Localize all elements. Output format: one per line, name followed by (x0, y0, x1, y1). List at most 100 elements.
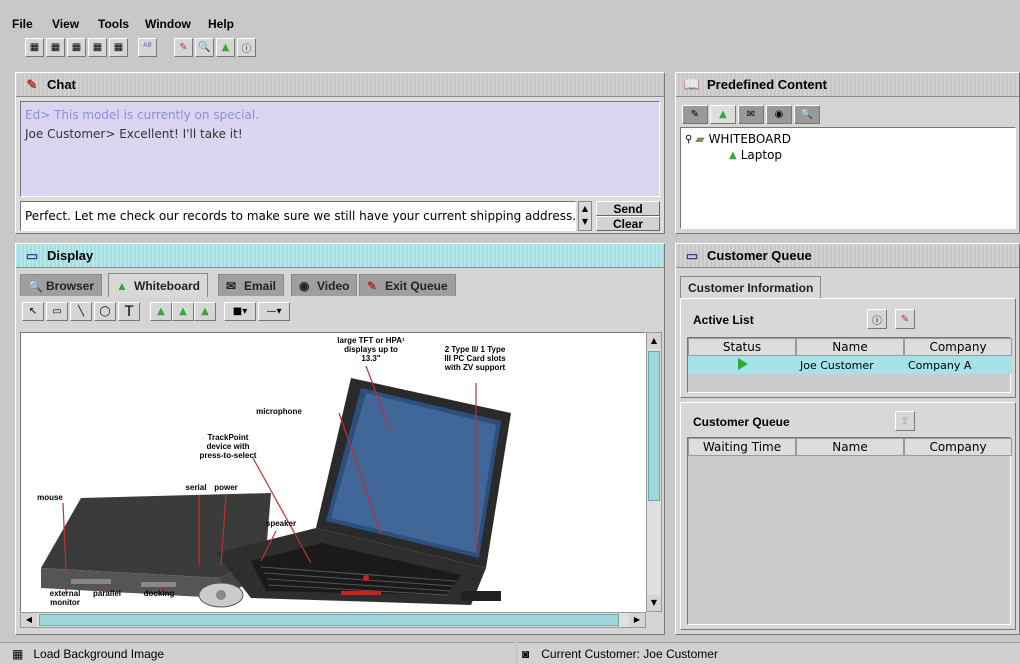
clear-button[interactable]: Clear (596, 216, 660, 231)
tab-label: Whiteboard (134, 278, 200, 293)
predefined-content-panel: 📖 Predefined Content ✎ ▲ ✉ ◉ 🔍 ⚲ ▰ WHITE… (675, 72, 1020, 234)
info-icon[interactable]: ⓘ (867, 309, 887, 329)
active-col-name[interactable]: Name (796, 338, 904, 356)
queue-col-company[interactable]: Company (904, 438, 1012, 456)
scroll-right-arrow[interactable]: ▶ (629, 613, 645, 627)
queue-title-bar: ▭ Customer Queue (676, 244, 1019, 268)
current-customer: Current Customer: Joe Customer (541, 646, 718, 661)
tab-image-content[interactable]: ▲ (710, 105, 736, 124)
chat-title-bar: ✎ Chat (16, 73, 664, 97)
horizontal-scrollbar[interactable]: ◀ ▶ (20, 612, 646, 628)
tree-root[interactable]: ⚲ ▰ WHITEBOARD (685, 132, 1011, 146)
active-list-section: Active List ⓘ ✎ Status Name Company Joe … (680, 298, 1016, 398)
layout-1-icon[interactable]: ▦ (25, 38, 44, 57)
background-image-icon[interactable]: ▲ (150, 302, 172, 321)
vertical-scrollbar[interactable]: ▲ ▼ (646, 332, 662, 612)
active-col-company[interactable]: Company (904, 338, 1012, 356)
active-list-table: Status Name Company Joe Customer Company… (687, 337, 1012, 393)
window-icon: ▭ (685, 247, 699, 263)
tab-email-content[interactable]: ✉ (738, 105, 764, 124)
tab-label: Exit Queue (385, 278, 448, 293)
label-power: power (214, 483, 238, 492)
queue-col-name[interactable]: Name (796, 438, 904, 456)
tree-child-label: Laptop (740, 148, 783, 162)
tab-chat-content[interactable]: ✎ (682, 105, 708, 124)
layout-4-icon[interactable]: ▦ (88, 38, 107, 57)
chat-message: Joe Customer> Excellent! I'll take it! (25, 127, 243, 141)
predefined-title-bar: 📖 Predefined Content (676, 73, 1019, 97)
move-up-icon[interactable]: ⇧ (895, 411, 915, 431)
display-title: Display (47, 248, 94, 263)
search-icon[interactable]: 🔍 (195, 38, 214, 57)
tab-search-content[interactable]: 🔍 (794, 105, 820, 124)
chat-scrollbar[interactable]: ▲ ▼ (578, 201, 592, 231)
chat-panel: ✎ Chat Ed> This model is currently on sp… (15, 72, 665, 234)
line-style-picker[interactable]: —▾ (258, 302, 290, 321)
tab-exit-queue[interactable]: ✎ Exit Queue (359, 274, 456, 296)
tab-browser[interactable]: 🔍 Browser (20, 274, 103, 296)
book-icon: 📖 (683, 76, 701, 92)
menu-help[interactable]: Help (208, 17, 234, 31)
menu-view[interactable]: View (52, 17, 79, 31)
active-list-title: Active List (693, 313, 754, 327)
layout-3-icon[interactable]: ▦ (67, 38, 86, 57)
tab-whiteboard[interactable]: ▲ Whiteboard (108, 273, 208, 297)
chat-transcript[interactable]: Ed> This model is currently on special. … (20, 101, 660, 197)
chat-icon: ✎ (26, 76, 38, 92)
send-button[interactable]: Send (596, 201, 660, 216)
label-docking: docking (143, 589, 175, 598)
scroll-down-arrow[interactable]: ▼ (647, 595, 661, 611)
row-name: Joe Customer (800, 359, 874, 372)
tab-video-content[interactable]: ◉ (766, 105, 792, 124)
chat-icon[interactable]: ✎ (174, 38, 193, 57)
scroll-left-arrow[interactable]: ◀ (21, 613, 37, 627)
customer-queue-section: Customer Queue ⇧ Waiting Time Name Compa… (680, 402, 1016, 630)
label-pc-card: 2 Type II/ 1 Type III PC Card slots with… (444, 345, 506, 372)
tab-customer-information[interactable]: Customer Information (680, 276, 822, 298)
image-icon[interactable]: ▲ (216, 38, 235, 57)
tree-child[interactable]: ▲ Laptop (729, 148, 1011, 162)
row-company: Company A (908, 359, 972, 372)
tab-label: Video (317, 278, 350, 293)
menu-bar: File View Tools Window Help (0, 10, 1020, 36)
label-trackpoint: TrackPoint device with press-to-select (199, 433, 257, 460)
tab-video[interactable]: ◉ Video (291, 274, 358, 296)
tab-label: Email (244, 278, 277, 293)
toolbar: ▦ ▦ ▦ ▦ ▦ ᴬᴮ ✎ 🔍 ▲ ⓘ (20, 38, 320, 62)
select-tool-icon[interactable]: ↖ (22, 302, 44, 321)
tab-label: Browser (46, 278, 95, 293)
label-parallel: parallel (92, 589, 121, 598)
active-col-status[interactable]: Status (688, 338, 796, 356)
whiteboard-canvas[interactable]: large TFT or HPA¹ displays up to 13.3" 2… (20, 332, 646, 612)
layout-5-icon[interactable]: ▦ (109, 38, 128, 57)
image-next-icon[interactable]: ▲ (172, 302, 194, 321)
image-icon: ▲ (116, 279, 128, 293)
remove-customer-icon[interactable]: ✎ (895, 309, 915, 329)
label-external-monitor: external monitor (49, 589, 81, 607)
display-title-bar: ▭ Display (16, 244, 664, 268)
predefined-title: Predefined Content (707, 77, 827, 92)
chat-input[interactable]: Perfect. Let me check our records to mak… (20, 201, 576, 231)
layout-2-icon[interactable]: ▦ (46, 38, 65, 57)
menu-file[interactable]: File (12, 17, 33, 31)
menu-window[interactable]: Window (145, 17, 191, 31)
menu-tools[interactable]: Tools (98, 17, 129, 31)
tree-root-label: WHITEBOARD (708, 132, 791, 146)
status-grid-icon: ▦ (12, 646, 24, 661)
tab-email[interactable]: ✉ Email (218, 274, 285, 296)
customer-icon: ◙ (522, 646, 530, 661)
color-picker[interactable]: ■▾ (224, 302, 256, 321)
queue-col-waiting-time[interactable]: Waiting Time (688, 438, 796, 456)
abc-icon[interactable]: ᴬᴮ (138, 38, 157, 57)
rectangle-tool-icon[interactable]: ▭ (46, 302, 68, 321)
ellipse-tool-icon[interactable]: ◯ (94, 302, 116, 321)
laptop-illustration (41, 365, 511, 608)
image-clear-icon[interactable]: ▲ (194, 302, 216, 321)
scroll-thumb[interactable] (648, 351, 660, 501)
table-row[interactable]: Joe Customer Company A (688, 356, 1012, 374)
scroll-hthumb[interactable] (39, 614, 619, 626)
text-tool-icon[interactable]: T (118, 302, 140, 321)
line-tool-icon[interactable]: ╲ (70, 302, 92, 321)
scroll-up-arrow[interactable]: ▲ (647, 333, 661, 349)
info-icon[interactable]: ⓘ (237, 38, 256, 57)
